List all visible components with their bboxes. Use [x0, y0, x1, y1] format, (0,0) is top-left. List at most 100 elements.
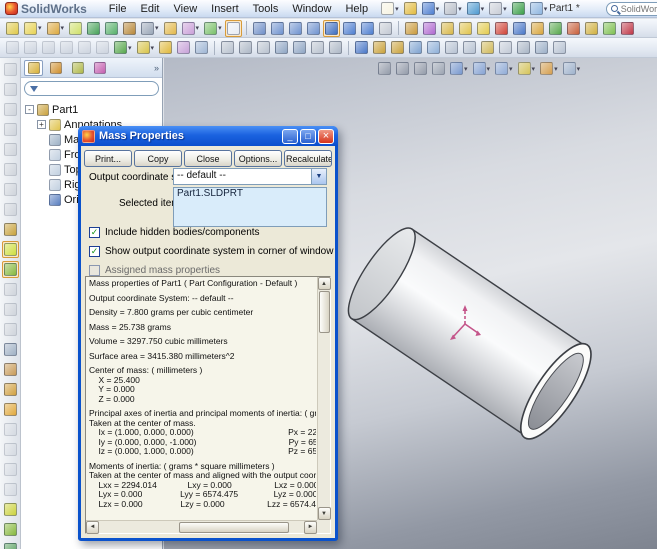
sketch-add-icon[interactable]: [2, 521, 19, 538]
dropdown-caret-icon[interactable]: ▾: [61, 24, 65, 32]
dropdown-caret-icon[interactable]: ▾: [395, 5, 399, 13]
close-button[interactable]: Close: [184, 150, 232, 167]
print-icon[interactable]: ▾: [442, 0, 464, 17]
new-motion-study-icon[interactable]: [175, 39, 192, 56]
scroll-left-icon[interactable]: ◄: [86, 521, 99, 534]
sketch-edit-icon[interactable]: [2, 501, 19, 518]
edit-appearance-icon[interactable]: ▾: [538, 60, 560, 77]
view-settings-icon[interactable]: [309, 39, 326, 56]
selected-item[interactable]: Part1.SLDPRT: [174, 188, 326, 200]
construction-geometry-icon[interactable]: [2, 301, 19, 318]
vertical-scrollbar[interactable]: ▲ ▼: [317, 277, 330, 520]
zoom-to-area-icon[interactable]: [394, 60, 411, 77]
revolved-boss-icon[interactable]: [389, 39, 406, 56]
panel-overflow-chevron[interactable]: »: [154, 63, 159, 73]
menu-window[interactable]: Window: [285, 1, 338, 17]
print-button[interactable]: Print...: [84, 150, 132, 167]
grid-snap-icon[interactable]: [2, 401, 19, 418]
recalculate-button[interactable]: Recalculate: [284, 150, 332, 167]
propertymanager-tab[interactable]: [46, 60, 65, 76]
insert-components-icon[interactable]: [4, 39, 21, 56]
menu-tools[interactable]: Tools: [246, 1, 286, 17]
close-icon[interactable]: ×: [318, 129, 334, 144]
toolbox-icon[interactable]: [529, 20, 546, 37]
sketch-entities-icon[interactable]: [353, 39, 370, 56]
rebuild-traffic-light-icon[interactable]: [510, 0, 527, 17]
dimension-vertical-icon[interactable]: [2, 261, 19, 278]
instant3d-icon[interactable]: [359, 20, 376, 37]
tree-expander[interactable]: +: [37, 120, 46, 129]
save-icon[interactable]: ▾: [420, 0, 442, 17]
smart-dimension-icon[interactable]: [421, 20, 438, 37]
extruded-boss-icon[interactable]: [371, 39, 388, 56]
cylinder-body[interactable]: [336, 218, 603, 448]
standard-views-icon[interactable]: [291, 39, 308, 56]
polygon-icon[interactable]: [2, 201, 19, 218]
rotate-component-icon[interactable]: [193, 39, 210, 56]
chamfer-icon[interactable]: [497, 39, 514, 56]
shell-icon[interactable]: [533, 39, 550, 56]
plane-iso-icon[interactable]: [2, 481, 19, 498]
menu-view[interactable]: View: [167, 1, 205, 17]
dropdown-caret-icon[interactable]: ▾: [155, 24, 159, 32]
dropdown-caret-icon[interactable]: ▾: [151, 44, 155, 52]
dropdown-caret-icon[interactable]: ▾: [128, 44, 132, 52]
make-drawing-from-part-icon[interactable]: ▾: [45, 20, 67, 37]
publish-edrawings-icon[interactable]: [121, 20, 138, 37]
dimension-standard-icon[interactable]: [2, 241, 19, 258]
extruded-cut-icon[interactable]: [443, 39, 460, 56]
show-hidden-components-icon[interactable]: [94, 39, 111, 56]
undo-icon[interactable]: ▾: [465, 0, 487, 17]
section-properties-icon[interactable]: [287, 20, 304, 37]
point-icon[interactable]: [2, 221, 19, 238]
hide-show-items-icon[interactable]: ▾: [516, 60, 538, 77]
checkbox-show-output-coordinate-system-in-corner-of-window[interactable]: ✓Show output coordinate system in corner…: [89, 246, 333, 257]
sketch-pattern-icon[interactable]: [2, 361, 19, 378]
search-input[interactable]: [621, 4, 657, 14]
previous-view-icon[interactable]: [255, 39, 272, 56]
horizontal-scrollbar[interactable]: ◄ ►: [86, 520, 317, 533]
undo-icon[interactable]: ▾: [180, 20, 202, 37]
dropdown-caret-icon[interactable]: ▾: [38, 24, 42, 32]
save-icon[interactable]: [85, 20, 102, 37]
display-style-icon[interactable]: ▾: [493, 60, 515, 77]
select-icon[interactable]: ▾: [487, 0, 509, 17]
paste-feature-icon[interactable]: [2, 541, 19, 549]
spline-tools-icon[interactable]: [377, 20, 394, 37]
linear-component-pattern-icon[interactable]: [40, 39, 57, 56]
vertical-scroll-thumb[interactable]: [319, 291, 330, 333]
dropdown-caret-icon[interactable]: ▾: [196, 24, 200, 32]
dropdown-caret-icon[interactable]: ▾: [487, 65, 491, 73]
curves-icon[interactable]: [341, 20, 358, 37]
dropdown-caret-icon[interactable]: ▾: [577, 65, 581, 73]
dropdown-caret-icon[interactable]: ▾: [544, 5, 548, 13]
checkbox-include-hidden-bodies-components[interactable]: ✓Include hidden bodies/components: [89, 227, 333, 238]
dropdown-caret-icon[interactable]: ▾: [458, 5, 462, 13]
dropdown-caret-icon[interactable]: ▾: [503, 5, 507, 13]
chevron-down-icon[interactable]: ▼: [311, 169, 326, 184]
view-orientation-icon[interactable]: ▾: [471, 60, 493, 77]
move-component-icon[interactable]: [76, 39, 93, 56]
zoom-to-fit-icon[interactable]: [376, 60, 393, 77]
plane-top-icon[interactable]: [2, 441, 19, 458]
featuremanager-tree-tab[interactable]: [24, 60, 43, 76]
sketch-picture-icon[interactable]: [2, 381, 19, 398]
sketch-tool-icon[interactable]: [2, 61, 19, 78]
checkbox-assigned-mass-properties[interactable]: Assigned mass properties: [89, 265, 333, 276]
plane-right-icon[interactable]: [2, 461, 19, 478]
menu-edit[interactable]: Edit: [134, 1, 167, 17]
line-icon[interactable]: [2, 81, 19, 98]
open-containing-folder-icon[interactable]: [162, 20, 179, 37]
camera-views-icon[interactable]: [327, 39, 344, 56]
select-arrow-icon[interactable]: [225, 20, 242, 37]
render-icon[interactable]: [619, 20, 636, 37]
offset-entities-icon[interactable]: [2, 341, 19, 358]
trim-entities-icon[interactable]: [457, 20, 474, 37]
measure-icon[interactable]: [251, 20, 268, 37]
open-folder-icon[interactable]: [402, 0, 419, 17]
zoom-in-out-icon[interactable]: [219, 39, 236, 56]
dropdown-caret-icon[interactable]: ▾: [218, 24, 222, 32]
motion-manager-icon[interactable]: [583, 20, 600, 37]
swept-boss-icon[interactable]: [407, 39, 424, 56]
tree-filter-box[interactable]: [24, 81, 159, 96]
